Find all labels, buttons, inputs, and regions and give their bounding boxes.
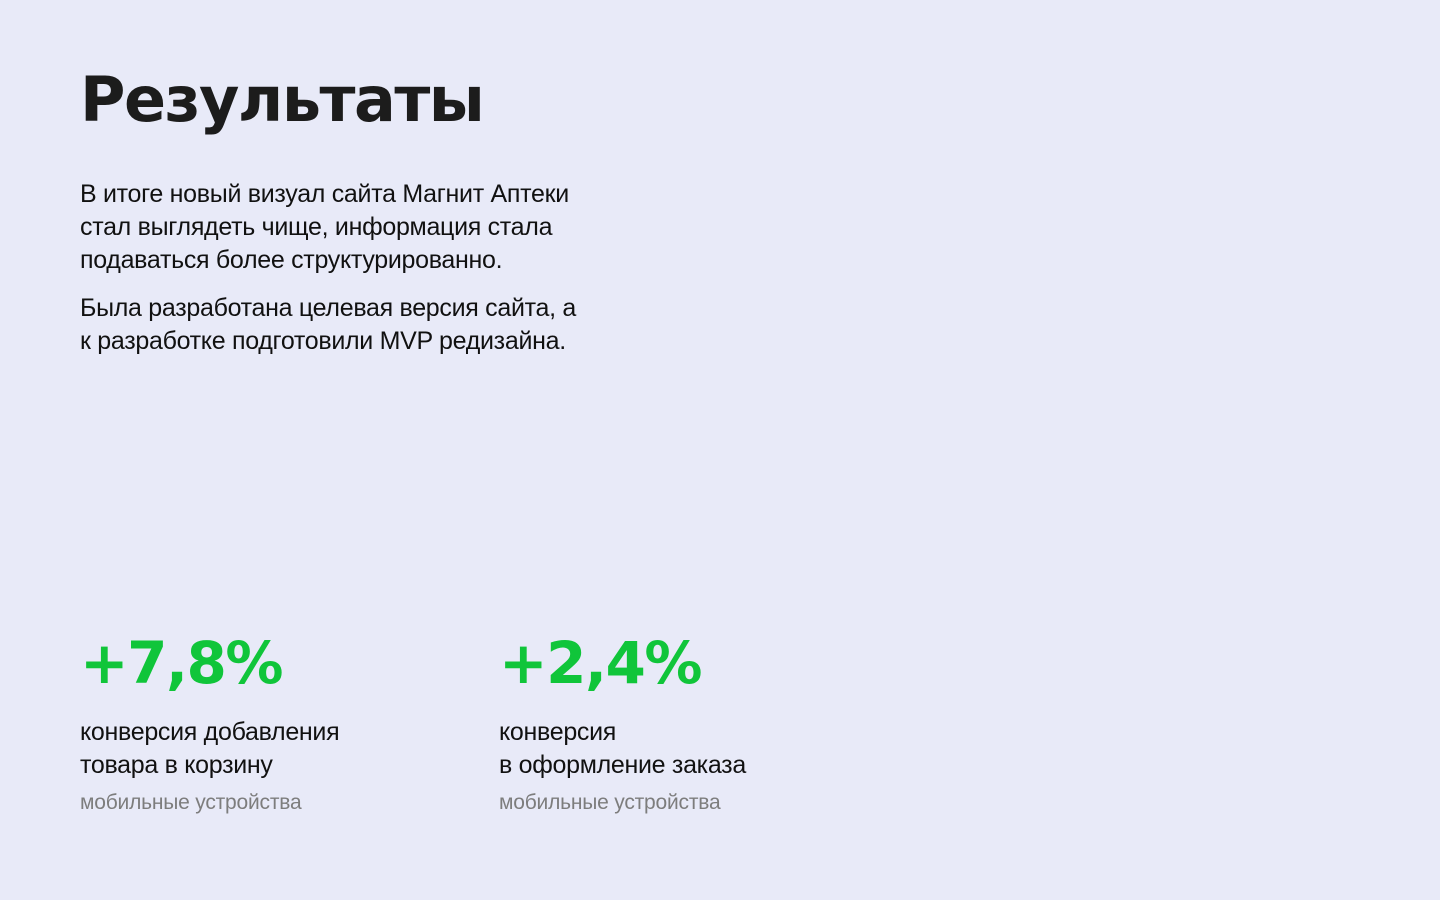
intro-text-block: В итоге новый визуал сайта Магнит Аптеки… (80, 178, 590, 373)
page-title: Результаты (80, 63, 485, 136)
metric-note: мобильные устройства (80, 791, 302, 814)
results-slide: Результаты В итоге новый визуал сайта Ма… (0, 0, 1440, 900)
metric-label: конверсия добавления товара в корзину (80, 718, 340, 779)
metric-value: +7,8% (80, 629, 283, 697)
metric-add-to-cart-conversion: +7,8% конверсия добавления товара в корз… (80, 628, 460, 817)
intro-paragraph-mvp: Была разработана целевая версия сайта, а… (80, 294, 576, 355)
metric-value: +2,4% (499, 629, 702, 697)
metric-label: конверсия в оформление заказа (499, 718, 746, 779)
intro-paragraph-redesign: В итоге новый визуал сайта Магнит Аптеки… (80, 180, 569, 274)
metric-note: мобильные устройства (499, 791, 721, 814)
metric-checkout-conversion: +2,4% конверсия в оформление заказа моби… (499, 628, 899, 817)
